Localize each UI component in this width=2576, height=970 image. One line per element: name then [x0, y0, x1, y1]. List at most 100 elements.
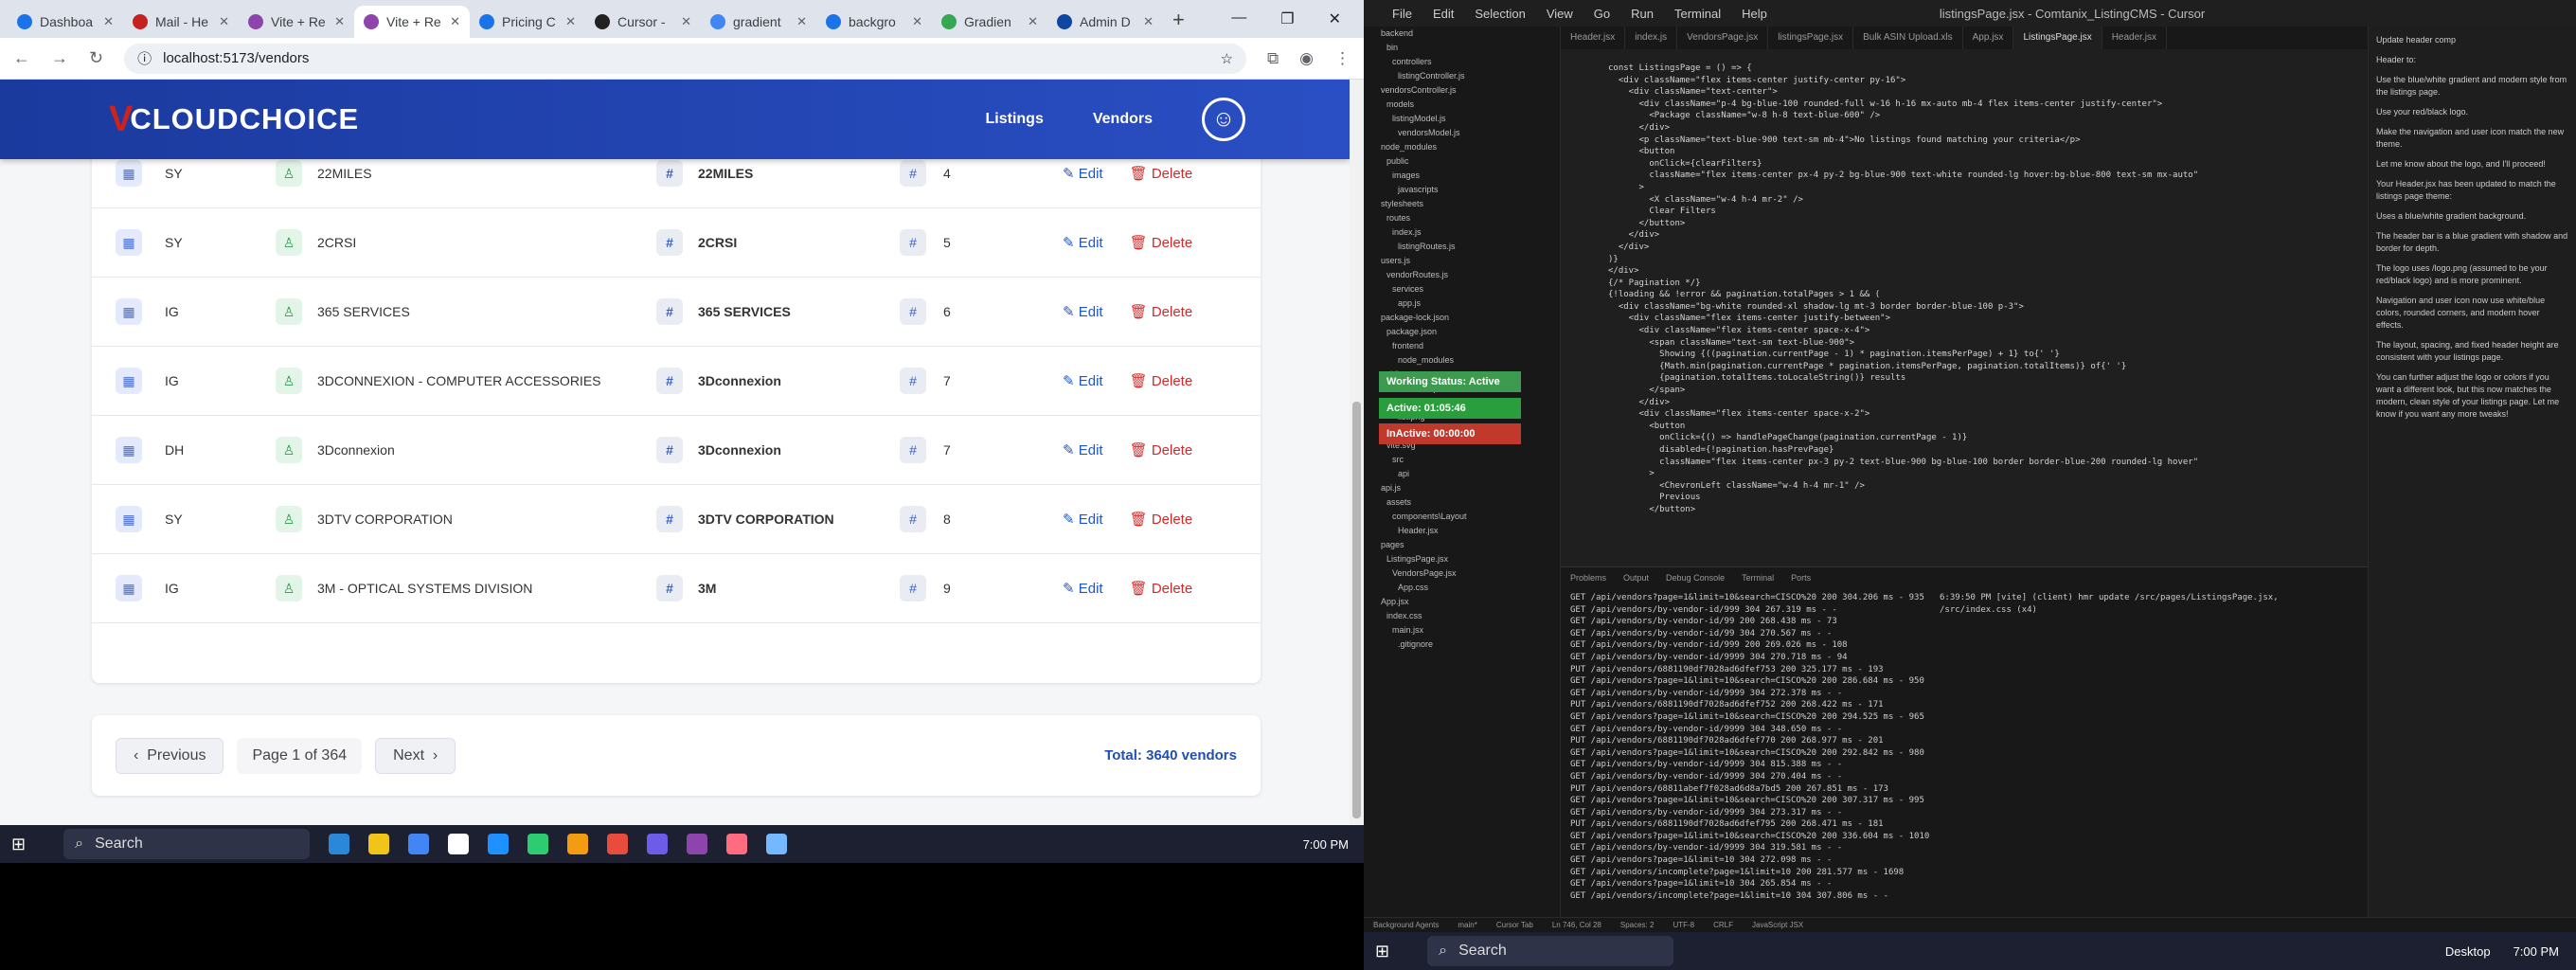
explorer-item[interactable]: index.css: [1375, 609, 1560, 623]
explorer-item[interactable]: services: [1375, 282, 1560, 296]
taskbar-app-icon[interactable]: [607, 834, 629, 854]
editor-tab[interactable]: App.jsx: [1963, 27, 2014, 49]
status-item[interactable]: JavaScript JSX: [1752, 921, 1803, 929]
status-item[interactable]: Ln 746, Col 28: [1552, 921, 1601, 929]
browser-tab[interactable]: Gradien ✕: [932, 6, 1047, 38]
explorer-item[interactable]: index.js: [1375, 225, 1560, 240]
explorer-item[interactable]: routes: [1375, 211, 1560, 225]
tab-close-icon[interactable]: ✕: [219, 14, 229, 29]
terminal-tab[interactable]: Debug Console: [1666, 573, 1725, 583]
taskbar-app-icon[interactable]: [329, 834, 350, 854]
status-item[interactable]: Background Agents: [1373, 921, 1439, 929]
tab-close-icon[interactable]: ✕: [912, 14, 922, 29]
browser-tab[interactable]: Pricing C ✕: [470, 6, 585, 38]
site-info-icon[interactable]: ⓘ: [137, 48, 152, 68]
terminal-panel[interactable]: Problems Output Debug Console Terminal Ports…: [1561, 566, 2368, 917]
terminal-tab[interactable]: Output: [1623, 573, 1649, 583]
windows-start-icon[interactable]: ⊞: [1375, 942, 1389, 961]
tab-close-icon[interactable]: ✕: [1143, 14, 1154, 29]
terminal-tab[interactable]: Terminal: [1742, 573, 1774, 583]
explorer-item[interactable]: package.json: [1375, 325, 1560, 339]
reload-icon[interactable]: ↻: [89, 48, 103, 68]
tab-close-icon[interactable]: ✕: [450, 14, 460, 29]
ide-menu-item[interactable]: Terminal: [1674, 7, 1721, 21]
explorer-item[interactable]: api: [1375, 467, 1560, 481]
taskbar-app-icon[interactable]: [408, 834, 430, 854]
browser-tab[interactable]: gradient ✕: [701, 6, 816, 38]
delete-button[interactable]: 🗑 Delete: [1130, 441, 1193, 458]
extensions-icon[interactable]: ⧉: [1267, 49, 1279, 68]
delete-button[interactable]: 🗑 Delete: [1130, 372, 1193, 389]
status-item[interactable]: Spaces: 2: [1620, 921, 1655, 929]
status-item[interactable]: CRLF: [1713, 921, 1733, 929]
tab-close-icon[interactable]: ✕: [796, 14, 807, 29]
taskbar-clock[interactable]: 7:00 PM: [1303, 837, 1364, 852]
editor-tab[interactable]: Header.jsx: [2102, 27, 2167, 49]
back-icon[interactable]: ←: [13, 48, 30, 68]
taskbar-app-icon[interactable]: [726, 834, 748, 854]
tab-close-icon[interactable]: ✕: [334, 14, 345, 29]
previous-button[interactable]: ‹ Previous: [116, 737, 224, 774]
status-item[interactable]: UTF-8: [1673, 921, 1694, 929]
explorer-item[interactable]: users.js: [1375, 254, 1560, 268]
user-icon[interactable]: ☺: [1202, 98, 1245, 141]
explorer-item[interactable]: listingModel.js: [1375, 112, 1560, 126]
browser-tab[interactable]: Admin D ✕: [1047, 6, 1163, 38]
taskbar-search[interactable]: ⌕ Search: [63, 829, 311, 859]
explorer-item[interactable]: vendorsModel.js: [1375, 126, 1560, 140]
maximize-icon[interactable]: ❐: [1280, 9, 1294, 28]
explorer-item[interactable]: listingRoutes.js: [1375, 240, 1560, 254]
page-scrollbar[interactable]: [1350, 80, 1364, 825]
taskbar-app-icon[interactable]: [368, 834, 390, 854]
next-button[interactable]: Next ›: [375, 737, 456, 774]
explorer-item[interactable]: ListingsPage.jsx: [1375, 552, 1560, 566]
ide-menu-item[interactable]: Run: [1631, 7, 1654, 21]
explorer-item[interactable]: src: [1375, 453, 1560, 467]
delete-button[interactable]: 🗑 Delete: [1130, 580, 1193, 597]
browser-tab[interactable]: backgro ✕: [816, 6, 932, 38]
explorer-item[interactable]: stylesheets: [1375, 197, 1560, 211]
new-tab-icon[interactable]: +: [1163, 8, 1194, 38]
ide-menu-item[interactable]: View: [1547, 7, 1573, 21]
code-editor[interactable]: Header.jsx index.js VendorsPage.jsx listing…: [1561, 27, 2368, 566]
right-taskbar-search[interactable]: ⌕ Search: [1427, 936, 1674, 966]
edit-button[interactable]: ✎ Edit: [1063, 165, 1103, 182]
taskbar-app-icon[interactable]: [766, 834, 788, 854]
ide-menu-item[interactable]: File: [1392, 7, 1412, 21]
explorer-item[interactable]: assets: [1375, 495, 1560, 510]
edit-button[interactable]: ✎ Edit: [1063, 441, 1103, 458]
taskbar-app-icon[interactable]: [567, 834, 589, 854]
explorer-item[interactable]: node_modules: [1375, 140, 1560, 154]
scrollbar-thumb[interactable]: [1352, 402, 1361, 818]
explorer-item[interactable]: components\Layout: [1375, 510, 1560, 524]
taskbar-app-icon[interactable]: [687, 834, 708, 854]
editor-tab[interactable]: index.js: [1625, 27, 1678, 49]
tab-close-icon[interactable]: ✕: [103, 14, 114, 29]
editor-tab[interactable]: ListingsPage.jsx: [2013, 27, 2102, 49]
right-taskbar-clock[interactable]: 7:00 PM: [2513, 944, 2576, 959]
explorer-item[interactable]: listingController.js: [1375, 69, 1560, 83]
tab-close-icon[interactable]: ✕: [681, 14, 691, 29]
ide-menu-item[interactable]: Edit: [1433, 7, 1454, 21]
profile-icon[interactable]: ◉: [1299, 49, 1314, 68]
taskbar-app-icon[interactable]: [647, 834, 669, 854]
explorer-item[interactable]: images: [1375, 169, 1560, 183]
minimize-icon[interactable]: —: [1231, 9, 1246, 28]
cloudchoice-logo[interactable]: V CLOUDCHOICE: [109, 99, 359, 140]
terminal-tab[interactable]: Ports: [1791, 573, 1811, 583]
status-item[interactable]: Cursor Tab: [1496, 921, 1533, 929]
bookmark-star-icon[interactable]: ☆: [1221, 50, 1233, 67]
explorer-item[interactable]: .gitignore: [1375, 638, 1560, 652]
explorer-item[interactable]: App.css: [1375, 581, 1560, 595]
explorer-item[interactable]: pages: [1375, 538, 1560, 552]
editor-tab[interactable]: listingsPage.jsx: [1768, 27, 1854, 49]
code-content[interactable]: const ListingsPage = () => { <div classN…: [1561, 49, 2368, 516]
delete-button[interactable]: 🗑 Delete: [1130, 234, 1193, 251]
desktop-label[interactable]: Desktop: [2445, 944, 2513, 959]
taskbar-app-icon[interactable]: [488, 834, 510, 854]
explorer-item[interactable]: App.jsx: [1375, 595, 1560, 609]
nav-vendors[interactable]: Vendors: [1093, 111, 1153, 128]
url-field[interactable]: ⓘ localhost:5173/vendors ☆: [124, 43, 1247, 74]
explorer-item[interactable]: package-lock.json: [1375, 311, 1560, 325]
taskbar-app-icon[interactable]: [448, 834, 470, 854]
